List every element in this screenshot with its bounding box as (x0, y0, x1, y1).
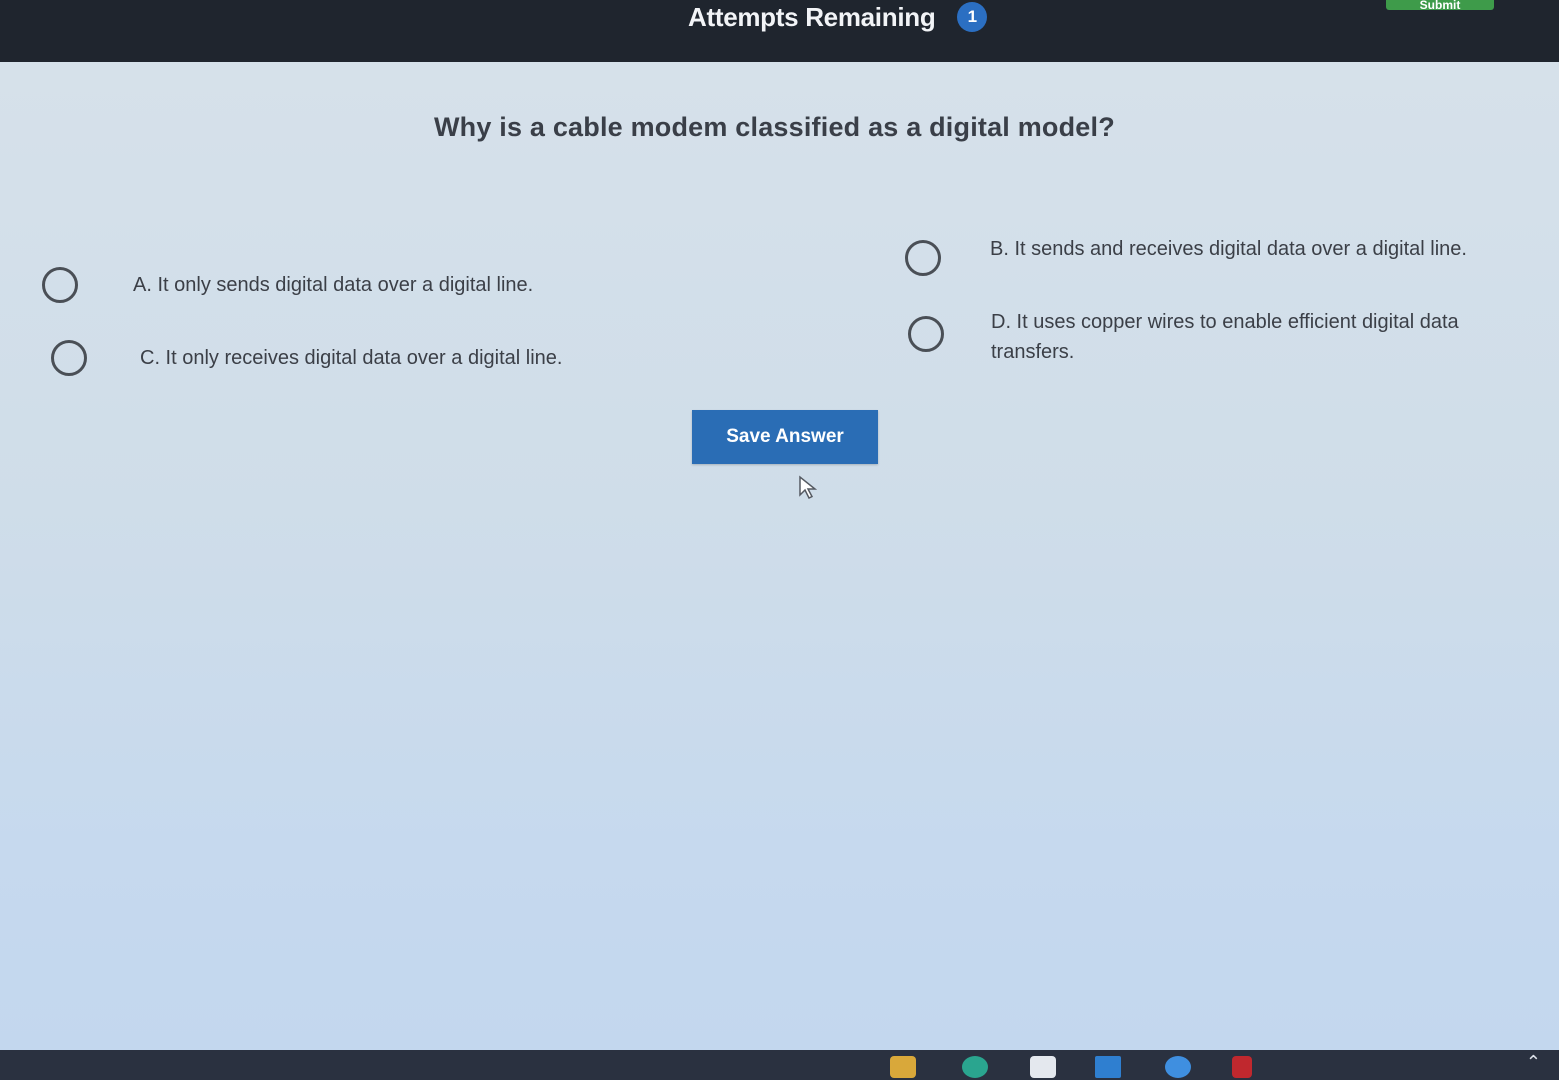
mouse-cursor-icon (799, 475, 818, 500)
option-b-radio[interactable] (905, 240, 941, 276)
option-b-label: B. It sends and receives digital data ov… (990, 238, 1467, 260)
store-icon[interactable] (1030, 1056, 1056, 1078)
save-answer-button[interactable]: Save Answer (692, 410, 878, 464)
option-c-radio[interactable] (51, 340, 87, 376)
folder-icon[interactable] (890, 1056, 916, 1078)
mydigital-icon[interactable] (1095, 1056, 1121, 1078)
attempts-count-badge: 1 (957, 2, 988, 32)
mcafee-icon[interactable] (1232, 1056, 1252, 1078)
option-a-label: A. It only sends digital data over a dig… (133, 274, 534, 296)
chat-icon[interactable] (1165, 1056, 1191, 1078)
question-text: Why is a cable modem classified as a dig… (434, 112, 1115, 142)
option-c[interactable]: C. It only receives digital data over a … (51, 340, 562, 376)
option-d[interactable]: D. It uses copper wires to enable effici… (908, 311, 1531, 367)
submit-button[interactable]: Submit (1386, 0, 1494, 10)
option-d-label: D. It uses copper wires to enable effici… (991, 311, 1459, 363)
option-c-label: C. It only receives digital data over a … (140, 347, 563, 369)
option-a[interactable]: A. It only sends digital data over a dig… (42, 267, 533, 303)
attempts-label: Attempts Remaining (688, 1, 936, 32)
option-b[interactable]: B. It sends and receives digital data ov… (905, 238, 1467, 276)
option-d-radio[interactable] (908, 316, 944, 352)
edge-icon[interactable] (962, 1056, 988, 1078)
question-pane: Why is a cable modem classified as a dig… (0, 62, 1559, 1050)
option-a-radio[interactable] (42, 267, 78, 303)
taskbar: ⌃ (0, 1050, 1559, 1080)
attempts-remaining: Attempts Remaining 1 (688, 0, 988, 34)
top-header-bar: Attempts Remaining 1 Submit (0, 0, 1559, 62)
chevron-up-icon[interactable]: ⌃ (1526, 1052, 1541, 1073)
